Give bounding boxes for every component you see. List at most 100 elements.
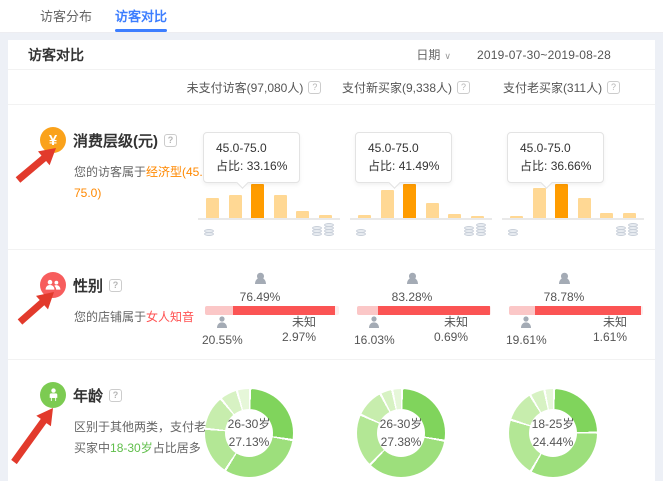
bar[interactable] xyxy=(578,198,591,218)
highlighted-bar[interactable] xyxy=(555,184,568,218)
gender-stacked-bar[interactable] xyxy=(509,306,643,315)
gender-chart-unpaid: 76.49% 20.55% 未知 2.97% xyxy=(192,250,344,359)
chart-tooltip: 45.0-75.0 占比: 36.66% xyxy=(507,132,604,183)
top-tab-bar: 访客分布 访客对比 xyxy=(0,0,663,33)
age-range: 26-30岁 xyxy=(228,415,271,433)
age-donut-chart[interactable]: 18-25岁 24.44% xyxy=(509,389,597,477)
female-icon xyxy=(405,272,420,289)
tooltip-value: 36.66% xyxy=(551,159,592,173)
bar[interactable] xyxy=(274,195,287,218)
male-icon xyxy=(367,316,381,332)
seg-female[interactable] xyxy=(233,306,335,315)
tooltip-range: 45.0-75.0 xyxy=(520,139,591,157)
age-donut-chart[interactable]: 26-30岁 27.13% xyxy=(205,389,293,477)
highlighted-bar[interactable] xyxy=(403,184,416,218)
desc-highlight: 18-30岁 xyxy=(110,441,153,455)
age-chart-new-buyers: 26-30岁 27.38% xyxy=(344,360,496,481)
bar[interactable] xyxy=(448,214,461,218)
unknown-share: 未知 1.61% xyxy=(593,315,627,345)
tooltip-label: 占比: xyxy=(216,159,243,173)
bar[interactable] xyxy=(206,198,219,218)
donut-center-label: 18-25岁 24.44% xyxy=(529,409,577,457)
low-price-coins-icon xyxy=(508,224,518,236)
donut-center-label: 26-30岁 27.38% xyxy=(377,409,425,457)
seg-male[interactable] xyxy=(205,306,233,315)
tooltip-label: 占比: xyxy=(368,159,395,173)
help-icon[interactable]: ? xyxy=(164,134,177,147)
tooltip-value: 33.16% xyxy=(247,159,288,173)
bar[interactable] xyxy=(533,188,546,218)
date-range-value[interactable]: 2019-07-30~2019-08-28 xyxy=(477,48,611,62)
unknown-label: 未知 xyxy=(434,315,468,330)
seg-male[interactable] xyxy=(509,306,535,315)
gender-people-icon xyxy=(40,272,66,298)
help-icon[interactable]: ? xyxy=(607,81,620,94)
unknown-label: 未知 xyxy=(282,315,316,330)
help-icon[interactable]: ? xyxy=(109,279,122,292)
consumption-bar-chart[interactable] xyxy=(502,182,644,220)
high-price-coins-icon xyxy=(464,224,486,236)
panel-header: 访客对比 日期∨ 2019-07-30~2019-08-28 xyxy=(8,40,655,70)
seg-female[interactable] xyxy=(378,306,490,315)
bar[interactable] xyxy=(381,190,394,218)
female-percent: 83.28% xyxy=(345,290,479,304)
age-person-icon xyxy=(40,382,66,408)
help-icon[interactable]: ? xyxy=(308,81,321,94)
seg-male[interactable] xyxy=(357,306,378,315)
age-row-title: 年龄? xyxy=(73,385,122,406)
date-filter-dropdown[interactable]: 日期∨ xyxy=(416,46,451,63)
gender-row-label: 性别? 您的店铺属于女人知音 xyxy=(8,250,192,359)
tab-visitor-comparison[interactable]: 访客对比 xyxy=(115,0,167,32)
row-age: 年龄? 区别于其他两类，支付老买家中18-30岁占比居多 26-30岁 27.1… xyxy=(8,360,655,481)
bar[interactable] xyxy=(600,213,613,218)
female-icon xyxy=(253,272,268,289)
male-icon xyxy=(519,316,533,332)
gender-stacked-bar[interactable] xyxy=(357,306,491,315)
bar[interactable] xyxy=(229,195,242,218)
highlighted-bar[interactable] xyxy=(251,184,264,218)
bar[interactable] xyxy=(319,215,332,218)
column-header-unpaid-visitors: 未支付访客(97,080人)? xyxy=(178,79,330,96)
consumption-row-label: ¥ 消费层级(元)? 您的访客属于经济型(45.0-75.0) xyxy=(8,105,192,249)
seg-female[interactable] xyxy=(535,306,641,315)
tab-visitor-distribution[interactable]: 访客分布 xyxy=(40,0,92,32)
panel-title: 访客对比 xyxy=(28,45,84,65)
row-consumption-level: ¥ 消费层级(元)? 您的访客属于经济型(45.0-75.0) 45.0-75.… xyxy=(8,105,655,250)
low-price-coins-icon xyxy=(356,224,366,236)
bar[interactable] xyxy=(296,211,309,218)
seg-unknown[interactable] xyxy=(335,306,339,315)
consumption-bar-chart[interactable] xyxy=(198,182,340,220)
consumption-chart-returning-buyers: 45.0-75.0 占比: 36.66% xyxy=(496,105,655,249)
consumption-bar-chart[interactable] xyxy=(350,182,492,220)
female-icon xyxy=(557,272,572,289)
consumption-chart-new-buyers: 45.0-75.0 占比: 41.49% xyxy=(344,105,496,249)
gender-stacked-bar[interactable] xyxy=(205,306,339,315)
age-range: 26-30岁 xyxy=(380,415,423,433)
unknown-percent: 2.97% xyxy=(282,330,316,345)
consumption-chart-unpaid: 45.0-75.0 占比: 33.16% xyxy=(192,105,344,249)
seg-unknown[interactable] xyxy=(641,306,643,315)
bar[interactable] xyxy=(623,213,636,218)
bar[interactable] xyxy=(510,216,523,218)
male-percent: 19.61% xyxy=(506,333,547,347)
unknown-share: 未知 2.97% xyxy=(282,315,316,345)
help-icon[interactable]: ? xyxy=(109,389,122,402)
bar[interactable] xyxy=(358,215,371,218)
bar[interactable] xyxy=(426,203,439,218)
seg-unknown[interactable] xyxy=(490,306,491,315)
help-icon[interactable]: ? xyxy=(457,81,470,94)
unknown-percent: 0.69% xyxy=(434,330,468,345)
gender-row-title: 性别? xyxy=(73,275,122,296)
price-scale xyxy=(198,224,340,236)
row-title-text: 性别 xyxy=(73,275,103,296)
column-headers: 未支付访客(97,080人)? 支付新买家(9,338人)? 支付老买家(311… xyxy=(8,70,655,105)
row-gender: 性别? 您的店铺属于女人知音 76.49% 20.55% 未知 2.97% 83… xyxy=(8,250,655,360)
row-title-text: 年龄 xyxy=(73,385,103,406)
column-header-returning-buyers: 支付老买家(311人)? xyxy=(482,79,641,96)
female-percent: 76.49% xyxy=(193,290,327,304)
tooltip-value: 41.49% xyxy=(399,159,440,173)
tooltip-label: 占比: xyxy=(520,159,547,173)
unknown-share: 未知 0.69% xyxy=(434,315,468,345)
age-donut-chart[interactable]: 26-30岁 27.38% xyxy=(357,389,445,477)
bar[interactable] xyxy=(471,216,484,218)
